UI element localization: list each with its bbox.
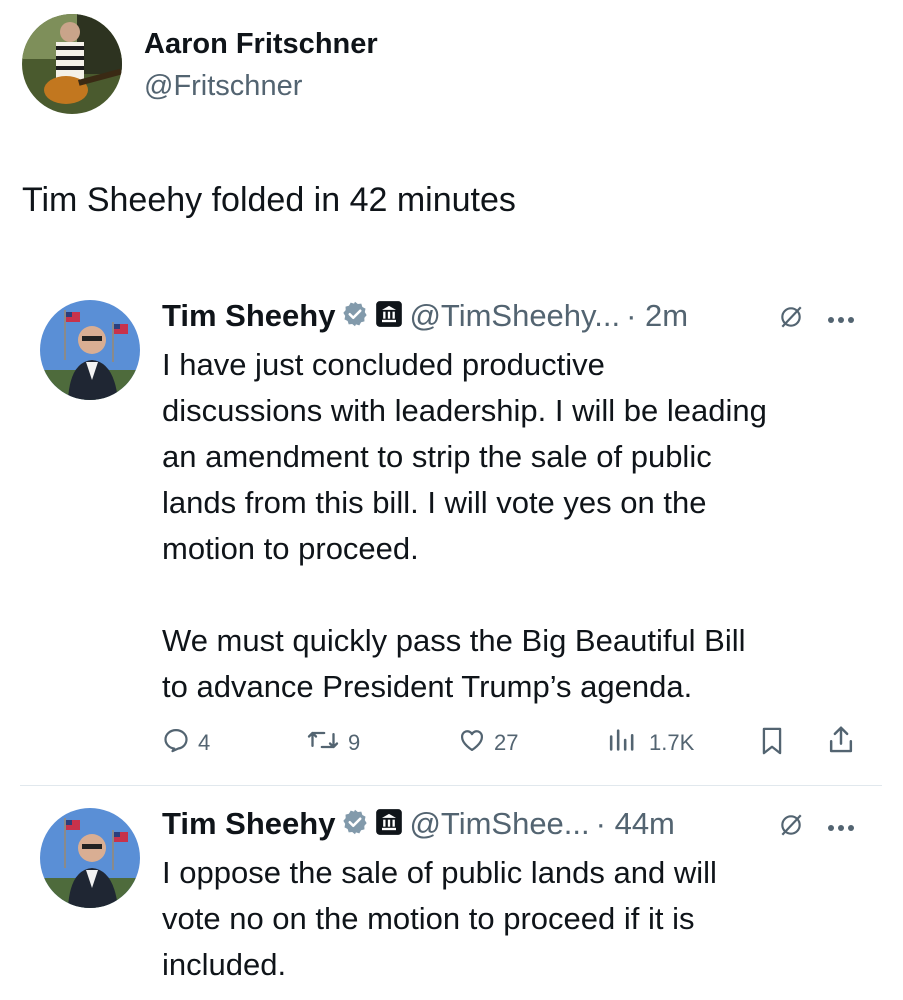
more-icon[interactable] (826, 312, 856, 330)
quote-header: Tim Sheehy @TimShee... · 44m (162, 806, 675, 842)
repost-count: 9 (348, 730, 361, 755)
repost-button[interactable]: 9 (306, 726, 360, 760)
post-text: Tim Sheehy folded in 42 minutes (22, 181, 516, 219)
author-avatar[interactable] (22, 14, 122, 114)
grok-icon[interactable] (778, 812, 804, 843)
quote-name[interactable]: Tim Sheehy (162, 298, 335, 334)
quote-text: I have just concluded productive discuss… (162, 347, 767, 704)
quoted-author-avatar[interactable] (40, 808, 140, 908)
quote-divider (20, 785, 882, 786)
verified-badge-icon (341, 808, 369, 841)
government-building-icon (375, 300, 403, 333)
quoted-author-avatar[interactable] (40, 300, 140, 400)
grok-icon[interactable] (778, 304, 804, 335)
share-icon[interactable] (826, 724, 856, 761)
views-button[interactable]: 1.7K (607, 726, 694, 760)
more-icon[interactable] (826, 820, 856, 838)
government-building-icon (375, 808, 403, 841)
reply-button[interactable]: 4 (162, 726, 210, 760)
like-count: 27 (494, 730, 519, 755)
quote-timestamp[interactable]: · 44m (596, 806, 675, 842)
author-handle[interactable]: @Fritschner (144, 70, 302, 103)
quote-header: Tim Sheehy @TimSheehy... · 2m (162, 298, 688, 334)
reply-icon (162, 726, 190, 760)
bookmark-icon[interactable] (758, 726, 786, 761)
author-name[interactable]: Aaron Fritschner (144, 28, 378, 61)
reply-count: 4 (198, 730, 211, 755)
quote-timestamp[interactable]: · 2m (626, 298, 688, 334)
quote-name[interactable]: Tim Sheehy (162, 806, 335, 842)
quote-text: I oppose the sale of public lands and wi… (162, 855, 717, 982)
verified-badge-icon (341, 300, 369, 333)
quote-handle[interactable]: @TimSheehy... (409, 298, 620, 334)
like-button[interactable]: 27 (458, 726, 518, 760)
repost-icon (306, 726, 340, 760)
quote-handle[interactable]: @TimShee... (409, 806, 589, 842)
views-count: 1.7K (649, 730, 695, 755)
views-icon (607, 726, 641, 760)
like-icon (458, 726, 486, 760)
